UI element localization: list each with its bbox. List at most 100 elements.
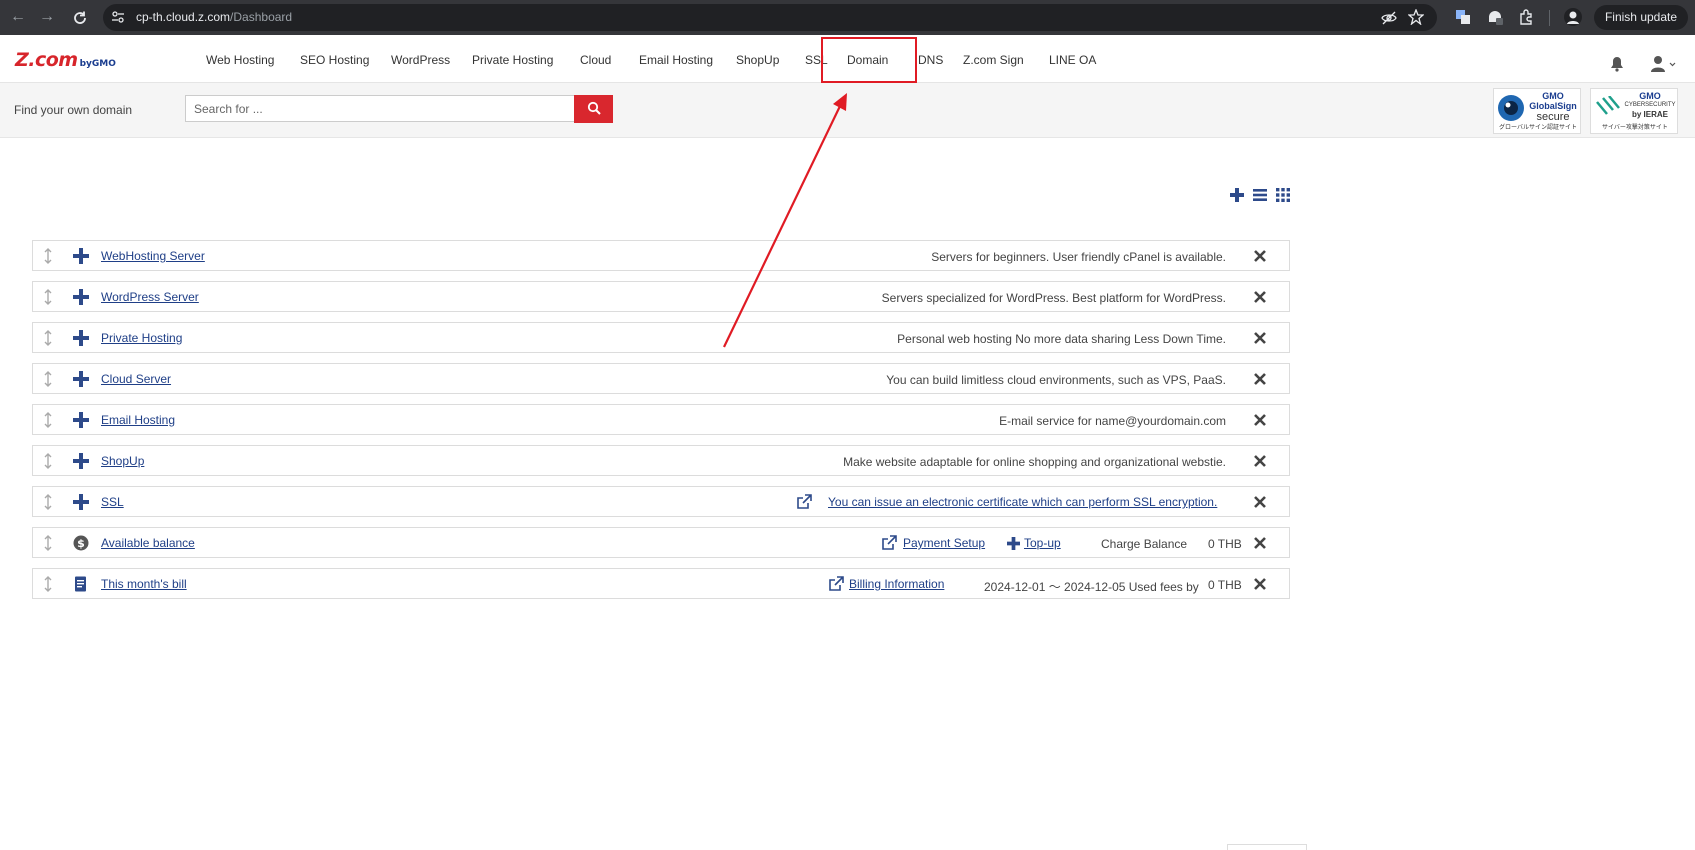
zcom-logo[interactable]: Z.com byGMO	[15, 49, 116, 71]
address-bar[interactable]: cp-th.cloud.z.com/Dashboard	[103, 4, 1437, 31]
plus-icon[interactable]	[73, 453, 89, 469]
grid-view-icon[interactable]	[1276, 188, 1290, 202]
service-link-ssl[interactable]: SSL	[101, 495, 124, 509]
close-icon[interactable]	[1253, 536, 1267, 550]
globalsign-gmo: GMO	[1542, 91, 1564, 101]
drag-handle-icon[interactable]	[43, 535, 53, 551]
plus-icon[interactable]	[73, 289, 89, 305]
eye-logo-icon	[1498, 95, 1524, 121]
this-months-bill-link[interactable]: This month's bill	[101, 577, 187, 591]
forward-icon[interactable]: →	[39, 9, 55, 25]
plus-icon[interactable]	[73, 371, 89, 387]
translate-icon[interactable]	[1455, 9, 1471, 25]
service-row-ssl: SSL You can issue an electronic certific…	[32, 486, 1290, 517]
payment-setup-link[interactable]: Payment Setup	[903, 536, 985, 550]
globalsign-name: GlobalSign	[1529, 101, 1577, 111]
profile-avatar-icon[interactable]	[1564, 8, 1582, 26]
close-icon[interactable]	[1253, 290, 1267, 304]
search-button[interactable]	[574, 95, 613, 123]
nav-seo-hosting[interactable]: SEO Hosting	[300, 53, 369, 67]
url-host: cp-th.cloud.z.com	[136, 10, 231, 24]
balance-row: $ Available balance Payment Setup Top-up…	[32, 527, 1290, 558]
user-menu-icon[interactable]	[1650, 55, 1676, 73]
logo-sub: byGMO	[79, 59, 116, 69]
cyber-gmo: GMO	[1639, 91, 1661, 101]
ssl-certificate-link[interactable]: You can issue an electronic certificate …	[828, 495, 1217, 509]
drag-handle-icon[interactable]	[43, 371, 53, 387]
service-desc-wordpress: Servers specialized for WordPress. Best …	[881, 291, 1226, 305]
service-row-cloud: Cloud Server You can build limitless clo…	[32, 363, 1290, 394]
service-link-wordpress[interactable]: WordPress Server	[101, 290, 199, 304]
drag-handle-icon[interactable]	[43, 248, 53, 264]
available-balance-link[interactable]: Available balance	[101, 536, 195, 550]
star-icon[interactable]	[1408, 9, 1424, 25]
back-icon[interactable]: ←	[10, 9, 26, 25]
plus-small-icon[interactable]	[1007, 537, 1020, 550]
document-icon	[75, 576, 86, 592]
domain-search-input[interactable]	[185, 95, 574, 122]
nav-email-hosting[interactable]: Email Hosting	[639, 53, 713, 67]
nav-cloud[interactable]: Cloud	[580, 53, 611, 67]
bill-value: 0 THB	[1208, 578, 1242, 592]
cybersecurity-badge[interactable]: GMO CYBERSECURITY by IERAE サイバー攻撃対策サイト	[1590, 88, 1678, 134]
drag-handle-icon[interactable]	[43, 494, 53, 510]
drag-handle-icon[interactable]	[43, 289, 53, 305]
nav-web-hosting[interactable]: Web Hosting	[206, 53, 274, 67]
extension-badge-icon[interactable]	[1487, 9, 1503, 25]
service-link-email-hosting[interactable]: Email Hosting	[101, 413, 175, 427]
finish-update-button[interactable]: Finish update	[1594, 5, 1688, 30]
site-settings-icon[interactable]	[111, 10, 125, 24]
close-icon[interactable]	[1253, 331, 1267, 345]
topup-link[interactable]: Top-up	[1024, 536, 1061, 550]
plus-icon[interactable]	[73, 494, 89, 510]
nav-wordpress[interactable]: WordPress	[391, 53, 450, 67]
footer-tab	[1227, 844, 1307, 850]
close-icon[interactable]	[1253, 495, 1267, 509]
nav-dns[interactable]: DNS	[918, 53, 943, 67]
bell-icon[interactable]	[1609, 56, 1625, 72]
close-icon[interactable]	[1253, 454, 1267, 468]
plus-icon[interactable]	[73, 248, 89, 264]
service-link-shopup[interactable]: ShopUp	[101, 454, 144, 468]
svg-text:$: $	[77, 537, 85, 550]
close-icon[interactable]	[1253, 577, 1267, 591]
charge-balance-value: 0 THB	[1208, 537, 1242, 551]
drag-handle-icon[interactable]	[43, 576, 53, 592]
service-link-private-hosting[interactable]: Private Hosting	[101, 331, 182, 345]
url-path: /Dashboard	[230, 10, 293, 24]
close-icon[interactable]	[1253, 249, 1267, 263]
billing-information-link[interactable]: Billing Information	[849, 577, 944, 591]
nav-shopup[interactable]: ShopUp	[736, 53, 779, 67]
service-row-email-hosting: Email Hosting E-mail service for name@yo…	[32, 404, 1290, 435]
url-text: cp-th.cloud.z.com/Dashboard	[136, 10, 292, 24]
eye-off-icon[interactable]	[1381, 10, 1397, 26]
close-icon[interactable]	[1253, 413, 1267, 427]
nav-zcom-sign[interactable]: Z.com Sign	[963, 53, 1024, 67]
cyber-label: CYBERSECURITY	[1624, 102, 1676, 108]
external-link-icon[interactable]	[796, 494, 812, 510]
service-desc-cloud: You can build limitless cloud environmen…	[886, 373, 1226, 387]
service-desc-webhosting: Servers for beginners. User friendly cPa…	[931, 250, 1226, 264]
nav-line-oa[interactable]: LINE OA	[1049, 53, 1096, 67]
cyber-ierae: by IERAE	[1631, 110, 1668, 119]
reload-icon[interactable]	[72, 10, 88, 26]
drag-handle-icon[interactable]	[43, 330, 53, 346]
browser-toolbar: ← → cp-th.cloud.z.com/Dashboard Finish u…	[0, 0, 1695, 35]
drag-handle-icon[interactable]	[43, 412, 53, 428]
service-link-webhosting[interactable]: WebHosting Server	[101, 249, 205, 263]
service-link-cloud[interactable]: Cloud Server	[101, 372, 171, 386]
drag-handle-icon[interactable]	[43, 453, 53, 469]
bill-period-text: 2024-12-01 〜 2024-12-05 Used fees by	[984, 580, 1199, 594]
plus-icon[interactable]	[73, 330, 89, 346]
service-desc-private-hosting: Personal web hosting No more data sharin…	[897, 332, 1226, 346]
domain-search-bar: Find your own domain	[0, 83, 1695, 138]
external-link-icon[interactable]	[881, 535, 897, 551]
nav-private-hosting[interactable]: Private Hosting	[472, 53, 553, 67]
close-icon[interactable]	[1253, 372, 1267, 386]
globalsign-badge[interactable]: GMO GlobalSign secure グローバルサイン認証サイト	[1493, 88, 1581, 134]
list-view-icon[interactable]	[1253, 188, 1267, 202]
puzzle-icon[interactable]	[1518, 9, 1534, 25]
external-link-icon[interactable]	[828, 576, 844, 592]
add-widget-icon[interactable]	[1230, 188, 1244, 202]
plus-icon[interactable]	[73, 412, 89, 428]
